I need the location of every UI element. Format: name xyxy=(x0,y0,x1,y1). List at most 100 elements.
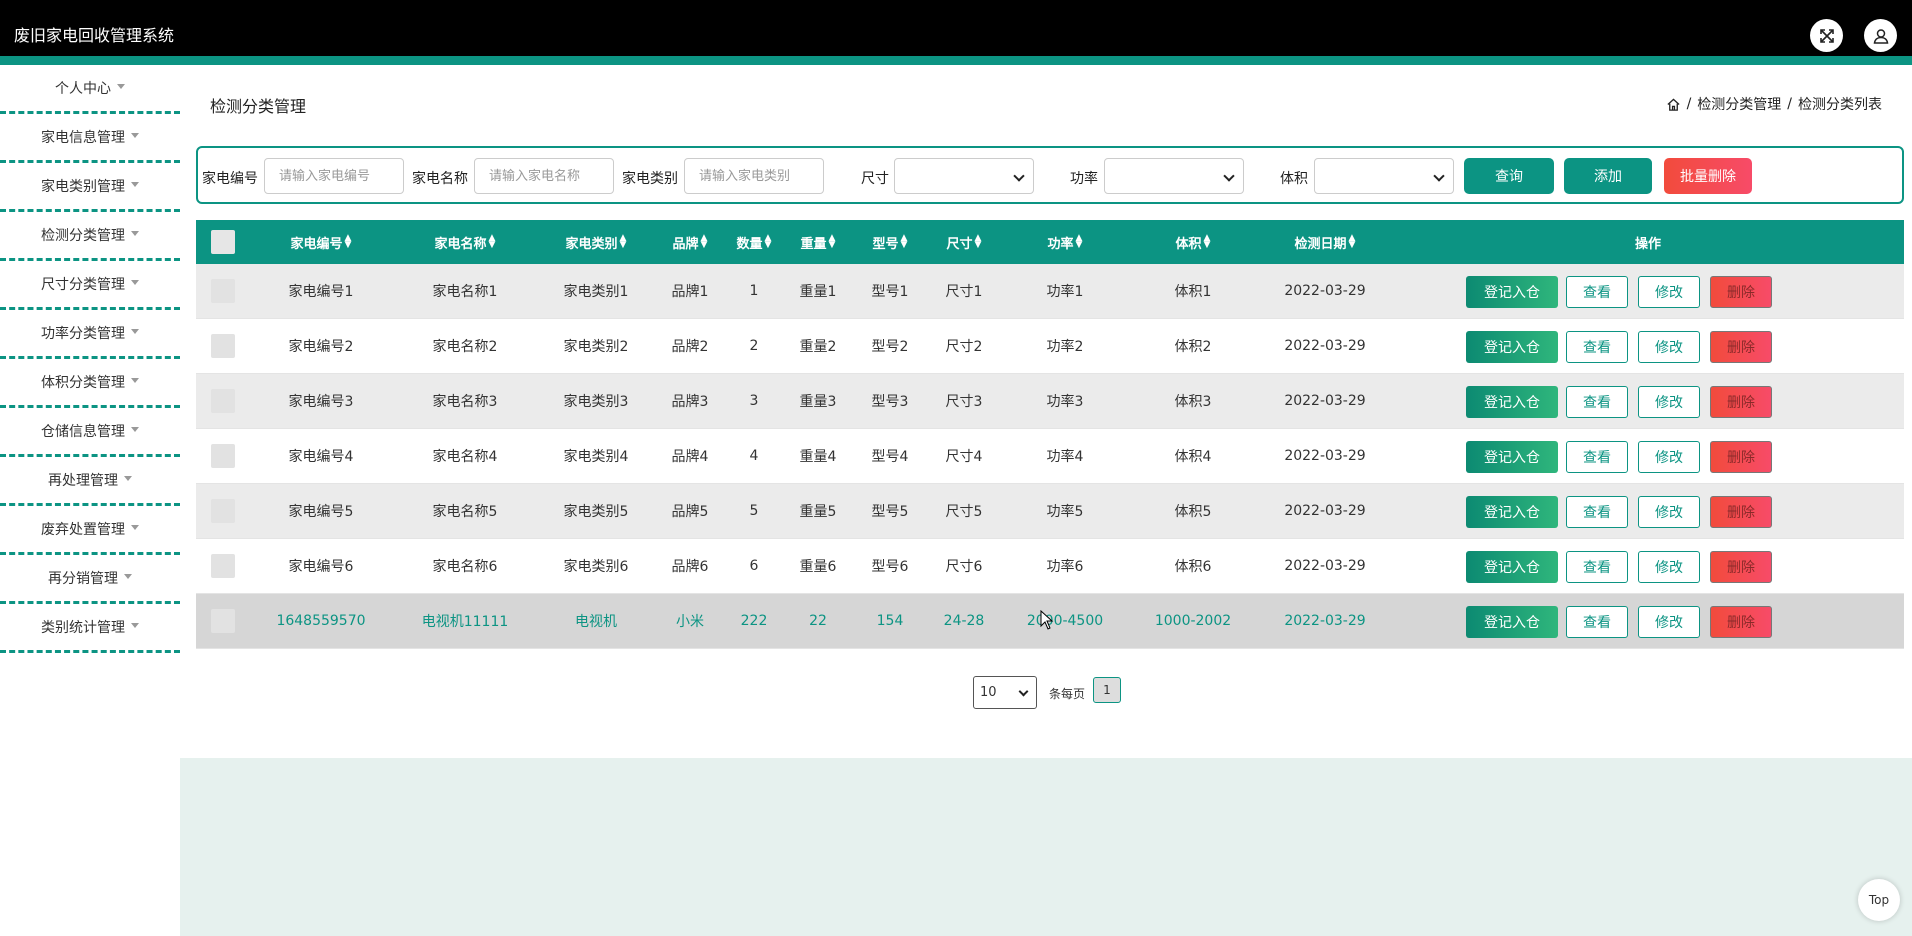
header-volume[interactable]: 体积 ▲ ▼ xyxy=(1176,220,1211,264)
fullscreen-icon[interactable] xyxy=(1810,19,1843,52)
checkin-button[interactable]: 登记入仓 xyxy=(1466,331,1558,363)
page-size-select[interactable]: 10 xyxy=(973,676,1037,709)
cell-model: 型号6 xyxy=(871,559,909,575)
query-button[interactable]: 查询 xyxy=(1464,158,1554,194)
checkin-button[interactable]: 登记入仓 xyxy=(1466,386,1558,418)
breadcrumb-level1[interactable]: 检测分类管理 xyxy=(1697,94,1781,114)
header-date[interactable]: 检测日期 ▲ ▼ xyxy=(1295,220,1356,264)
view-button[interactable]: 查看 xyxy=(1566,441,1628,473)
header-weight[interactable]: 重量 ▲ ▼ xyxy=(801,220,836,264)
view-button[interactable]: 查看 xyxy=(1566,551,1628,583)
volume-select[interactable] xyxy=(1314,158,1454,194)
edit-button[interactable]: 修改 xyxy=(1638,331,1700,363)
cell-brand: 品牌2 xyxy=(671,339,709,355)
caret-down-icon xyxy=(131,280,139,285)
view-button[interactable]: 查看 xyxy=(1566,496,1628,528)
cell-code: 1648559570 xyxy=(276,613,366,629)
header-label: 功率 xyxy=(1047,236,1074,252)
caret-down-icon xyxy=(124,574,132,579)
delete-button[interactable]: 删除 xyxy=(1710,441,1772,473)
delete-button[interactable]: 删除 xyxy=(1710,496,1772,528)
checkin-button[interactable]: 登记入仓 xyxy=(1466,551,1558,583)
view-button[interactable]: 查看 xyxy=(1566,276,1628,308)
checkin-button[interactable]: 登记入仓 xyxy=(1466,496,1558,528)
delete-button[interactable]: 删除 xyxy=(1710,331,1772,363)
sidebar-item-label: 家电类别管理 xyxy=(41,179,125,195)
header-label: 尺寸 xyxy=(946,236,973,252)
header-category[interactable]: 家电类别 ▲ ▼ xyxy=(566,220,627,264)
select-all-checkbox[interactable] xyxy=(211,230,235,254)
sidebar-item-storage-info[interactable]: 仓储信息管理 xyxy=(0,408,180,457)
row-checkbox[interactable] xyxy=(211,554,235,578)
header-label: 重量 xyxy=(800,236,827,252)
batch-delete-button[interactable]: 批量删除 xyxy=(1664,158,1752,194)
edit-button[interactable]: 修改 xyxy=(1638,551,1700,583)
sidebar-item-category-stats[interactable]: 类别统计管理 xyxy=(0,604,180,653)
cell-power: 功率1 xyxy=(1046,284,1084,300)
edit-button[interactable]: 修改 xyxy=(1638,441,1700,473)
sidebar-item-disposal[interactable]: 废弃处置管理 xyxy=(0,506,180,555)
breadcrumb-level2: 检测分类列表 xyxy=(1798,97,1882,113)
header-size[interactable]: 尺寸 ▲ ▼ xyxy=(947,220,982,264)
header-code[interactable]: 家电编号 ▲ ▼ xyxy=(291,220,352,264)
edit-button[interactable]: 修改 xyxy=(1638,496,1700,528)
row-checkbox[interactable] xyxy=(211,609,235,633)
table-row: 家电编号2 家电名称2 家电类别2 品牌2 2 重量2 型号2 尺寸2 功率2 体积2 2022-0… xyxy=(196,319,1904,374)
home-icon[interactable] xyxy=(1666,97,1681,112)
caret-down-icon xyxy=(131,329,139,334)
caret-down-icon xyxy=(131,231,139,236)
delete-button[interactable]: 删除 xyxy=(1710,276,1772,308)
row-checkbox[interactable] xyxy=(211,334,235,358)
checkin-button[interactable]: 登记入仓 xyxy=(1466,606,1558,638)
edit-button[interactable]: 修改 xyxy=(1638,276,1700,308)
cell-size: 尺寸4 xyxy=(945,449,983,465)
add-button[interactable]: 添加 xyxy=(1564,158,1652,194)
delete-button[interactable]: 删除 xyxy=(1710,606,1772,638)
sidebar-item-reprocessing[interactable]: 再处理管理 xyxy=(0,457,180,506)
sidebar-item-volume-category[interactable]: 体积分类管理 xyxy=(0,359,180,408)
row-checkbox[interactable] xyxy=(211,499,235,523)
header-power[interactable]: 功率 ▲ ▼ xyxy=(1048,220,1083,264)
checkin-button[interactable]: 登记入仓 xyxy=(1466,276,1558,308)
header-brand[interactable]: 品牌 ▲ ▼ xyxy=(673,220,708,264)
sort-icon: ▲ ▼ xyxy=(1203,233,1211,250)
row-checkbox[interactable] xyxy=(211,389,235,413)
back-to-top-button[interactable]: Top xyxy=(1858,879,1900,921)
caret-down-icon xyxy=(131,427,139,432)
sidebar-item-size-category[interactable]: 尺寸分类管理 xyxy=(0,261,180,310)
delete-button[interactable]: 删除 xyxy=(1710,386,1772,418)
cell-quantity: 3 xyxy=(749,393,759,409)
view-button[interactable]: 查看 xyxy=(1566,386,1628,418)
cell-size: 尺寸3 xyxy=(945,394,983,410)
checkin-button[interactable]: 登记入仓 xyxy=(1466,441,1558,473)
header-name[interactable]: 家电名称 ▲ ▼ xyxy=(435,220,496,264)
view-button[interactable]: 查看 xyxy=(1566,331,1628,363)
row-checkbox[interactable] xyxy=(211,444,235,468)
cell-size: 尺寸1 xyxy=(945,284,983,300)
sidebar-item-personal-center[interactable]: 个人中心 xyxy=(0,65,180,114)
view-button[interactable]: 查看 xyxy=(1566,606,1628,638)
edit-button[interactable]: 修改 xyxy=(1638,606,1700,638)
sidebar-item-detection-category[interactable]: 检测分类管理 xyxy=(0,212,180,261)
size-select[interactable] xyxy=(894,158,1034,194)
cell-model: 154 xyxy=(876,613,904,629)
caret-down-icon xyxy=(131,623,139,628)
sidebar-item-appliance-category[interactable]: 家电类别管理 xyxy=(0,163,180,212)
delete-button[interactable]: 删除 xyxy=(1710,551,1772,583)
category-search-input[interactable] xyxy=(684,158,824,194)
user-icon[interactable] xyxy=(1864,19,1897,52)
sidebar-item-redistribution[interactable]: 再分销管理 xyxy=(0,555,180,604)
code-search-input[interactable] xyxy=(264,158,404,194)
sidebar-item-label: 废弃处置管理 xyxy=(41,522,125,538)
page-number-button[interactable]: 1 xyxy=(1093,677,1121,703)
cell-quantity: 4 xyxy=(749,448,759,464)
header-quantity[interactable]: 数量 ▲ ▼ xyxy=(737,220,772,264)
sidebar-item-appliance-info[interactable]: 家电信息管理 xyxy=(0,114,180,163)
edit-button[interactable]: 修改 xyxy=(1638,386,1700,418)
power-select[interactable] xyxy=(1104,158,1244,194)
name-search-input[interactable] xyxy=(474,158,614,194)
row-checkbox[interactable] xyxy=(211,279,235,303)
header-model[interactable]: 型号 ▲ ▼ xyxy=(873,220,908,264)
sidebar-item-power-category[interactable]: 功率分类管理 xyxy=(0,310,180,359)
cell-date: 2022-03-29 xyxy=(1284,283,1366,299)
